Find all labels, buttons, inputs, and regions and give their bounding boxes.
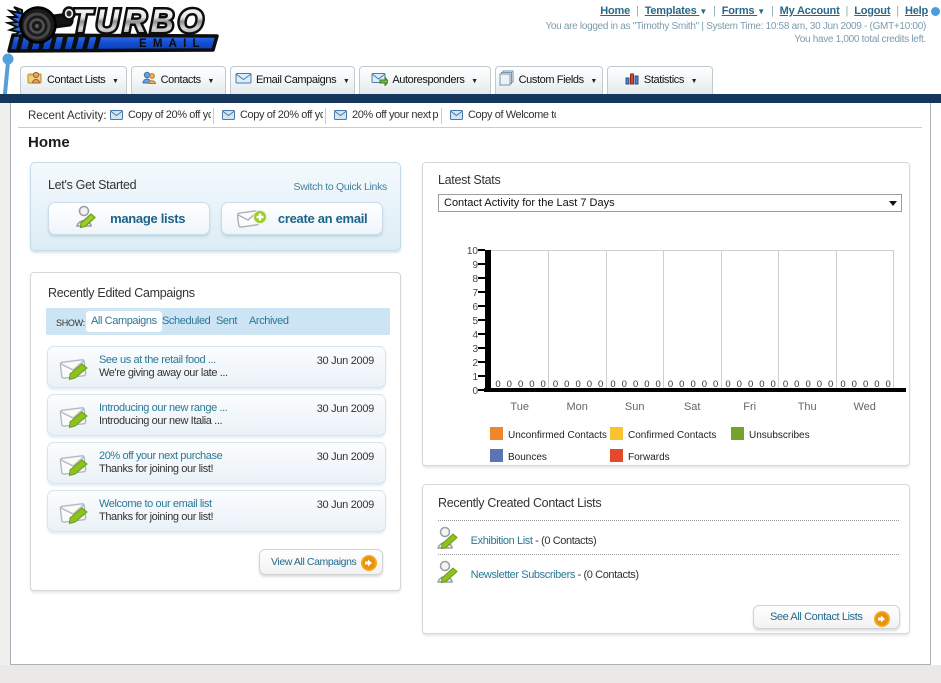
svg-text:3: 3 [472,344,478,355]
svg-text:Sun: Sun [625,401,645,413]
svg-text:0: 0 [794,379,799,390]
svg-text:0: 0 [783,379,788,390]
svg-text:0: 0 [575,379,580,390]
svg-text:0: 0 [771,379,776,390]
svg-text:0: 0 [564,379,569,390]
svg-text:6: 6 [472,302,478,313]
svg-text:10: 10 [467,246,479,257]
svg-text:0: 0 [725,379,730,390]
svg-text:0: 0 [759,379,764,390]
svg-text:0: 0 [644,379,649,390]
svg-text:0: 0 [817,379,822,390]
svg-text:0: 0 [656,379,661,390]
svg-text:0: 0 [610,379,615,390]
svg-text:0: 0 [805,379,810,390]
svg-text:TURBO: TURBO [72,3,207,39]
svg-text:2: 2 [472,358,478,369]
svg-text:Fri: Fri [743,401,756,413]
svg-text:0: 0 [622,379,627,390]
svg-text:5: 5 [472,316,478,327]
svg-text:Unsubscribes: Unsubscribes [749,430,810,441]
svg-text:Confirmed Contacts: Confirmed Contacts [628,430,716,441]
svg-text:0: 0 [668,379,673,390]
svg-text:0: 0 [587,379,592,390]
svg-text:0: 0 [472,386,478,397]
svg-text:0: 0 [713,379,718,390]
svg-text:1: 1 [472,372,478,383]
svg-text:0: 0 [633,379,638,390]
svg-text:0: 0 [518,379,523,390]
svg-text:0: 0 [828,379,833,390]
svg-text:0: 0 [840,379,845,390]
svg-text:0: 0 [541,379,546,390]
svg-text:0: 0 [852,379,857,390]
svg-text:0: 0 [553,379,558,390]
svg-text:Tue: Tue [510,401,529,413]
svg-text:0: 0 [690,379,695,390]
svg-text:0: 0 [598,379,603,390]
svg-text:0: 0 [748,379,753,390]
svg-text:Thu: Thu [798,401,817,413]
svg-text:Forwards: Forwards [628,452,670,463]
svg-text:Bounces: Bounces [508,452,547,463]
svg-text:Mon: Mon [566,401,587,413]
svg-text:7: 7 [472,288,478,299]
svg-text:0: 0 [529,379,534,390]
svg-text:0: 0 [495,379,500,390]
svg-text:4: 4 [472,330,478,341]
svg-text:0: 0 [507,379,512,390]
svg-text:0: 0 [863,379,868,390]
svg-text:8: 8 [472,274,478,285]
svg-text:EMAIL: EMAIL [139,38,206,50]
svg-text:0: 0 [874,379,879,390]
svg-text:0: 0 [702,379,707,390]
svg-text:Unconfirmed Contacts: Unconfirmed Contacts [508,430,607,441]
svg-text:Wed: Wed [853,401,875,413]
svg-text:0: 0 [737,379,742,390]
svg-text:Sat: Sat [684,401,701,413]
svg-text:0: 0 [679,379,684,390]
svg-text:0: 0 [886,379,891,390]
svg-text:9: 9 [472,260,478,271]
